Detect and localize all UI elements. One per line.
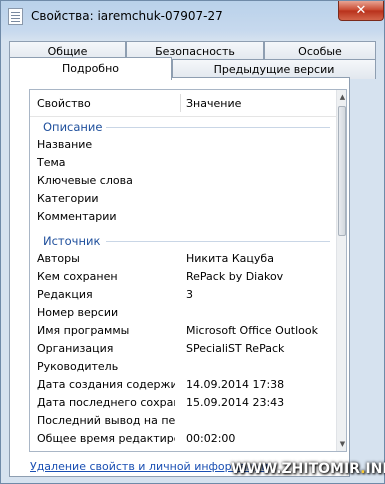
property-key: Имя программы <box>37 324 130 337</box>
property-value: Никита Кацуба <box>186 252 274 265</box>
scroll-down-arrow-icon[interactable]: ▼ <box>337 437 346 451</box>
property-value: RePack by Diakov <box>186 270 284 283</box>
property-row[interactable]: Номер версии <box>30 306 336 324</box>
close-button[interactable]: ✕ <box>338 1 384 21</box>
property-row[interactable]: Тема <box>30 156 336 174</box>
tab-previous-versions[interactable]: Предыдущие версии <box>172 59 376 79</box>
property-row[interactable]: Руководитель <box>30 360 336 378</box>
property-value: 3 <box>186 288 193 301</box>
property-row[interactable]: Дата последнего сохран... 15.09.2014 23:4… <box>30 396 336 414</box>
watermark-text-end: INFO <box>365 461 385 477</box>
scrollbar-thumb[interactable] <box>338 106 346 236</box>
column-divider[interactable] <box>180 94 181 112</box>
tab-custom[interactable]: Особые <box>264 41 376 61</box>
document-icon <box>8 8 23 25</box>
window-title: Свойства: iaremchuk-07907-27 <box>31 9 223 23</box>
property-row[interactable]: Общее время редактиро... 00:02:00 <box>30 432 336 450</box>
tab-details[interactable]: Подробно <box>9 57 172 80</box>
property-row[interactable]: Дата создания содержи... 14.09.2014 17:38 <box>30 378 336 396</box>
property-key: Руководитель <box>37 360 119 373</box>
property-row[interactable]: Кем сохранен RePack by Diakov <box>30 270 336 288</box>
property-key: Название <box>37 138 93 151</box>
column-header: Свойство Значение <box>30 90 336 117</box>
watermark-text-main: WWW.ZHITOMIR <box>231 461 361 477</box>
properties-window: Свойства: iaremchuk-07907-27 ✕ Общие Без… <box>0 0 385 484</box>
property-key: Дата последнего сохран... <box>37 396 175 409</box>
property-row[interactable]: Название <box>30 138 336 156</box>
property-key: Редакция <box>37 288 93 301</box>
property-value: 00:02:00 <box>186 432 236 445</box>
property-value: SPecialiST RePack <box>186 342 285 355</box>
property-key: Последний вывод на печ... <box>37 414 175 427</box>
title-bar[interactable]: Свойства: iaremchuk-07907-27 ✕ <box>1 1 385 31</box>
property-key: Ключевые слова <box>37 174 133 187</box>
property-row[interactable]: Имя программы Microsoft Office Outlook <box>30 324 336 342</box>
group-divider <box>106 241 330 242</box>
group-source: Источник <box>43 234 101 248</box>
property-key: Кем сохранен <box>37 270 118 283</box>
property-row[interactable]: Организация SPecialiST RePack <box>30 342 336 360</box>
property-row[interactable]: Категории <box>30 192 336 210</box>
property-key: Категории <box>37 192 99 205</box>
property-value: Microsoft Office Outlook <box>186 324 318 337</box>
property-row[interactable]: Авторы Никита Кацуба <box>30 252 336 270</box>
property-value: 14.09.2014 17:38 <box>186 378 285 391</box>
group-description: Описание <box>43 120 103 134</box>
property-row[interactable]: Ключевые слова <box>30 174 336 192</box>
group-divider <box>106 127 330 128</box>
property-key: Комментарии <box>37 210 117 223</box>
vertical-scrollbar[interactable]: ▲ ▼ <box>336 90 346 451</box>
scroll-up-arrow-icon[interactable]: ▲ <box>337 90 346 104</box>
property-key: Общее время редактиро... <box>37 432 175 445</box>
property-value: 15.09.2014 23:43 <box>186 396 285 409</box>
watermark-logo: WWW.ZHITOMIR.INFO <box>225 457 385 481</box>
column-header-value[interactable]: Значение <box>186 97 241 110</box>
property-row[interactable]: Последний вывод на печ... <box>30 414 336 432</box>
property-row[interactable]: Редакция 3 <box>30 288 336 306</box>
property-key: Тема <box>37 156 66 169</box>
property-key: Авторы <box>37 252 80 265</box>
property-row[interactable]: Комментарии <box>30 210 336 228</box>
property-key: Организация <box>37 342 114 355</box>
property-key: Номер версии <box>37 306 119 319</box>
properties-list[interactable]: Свойство Значение Описание Название Тема… <box>29 89 347 452</box>
column-header-property[interactable]: Свойство <box>37 97 91 110</box>
property-key: Дата создания содержи... <box>37 378 175 391</box>
